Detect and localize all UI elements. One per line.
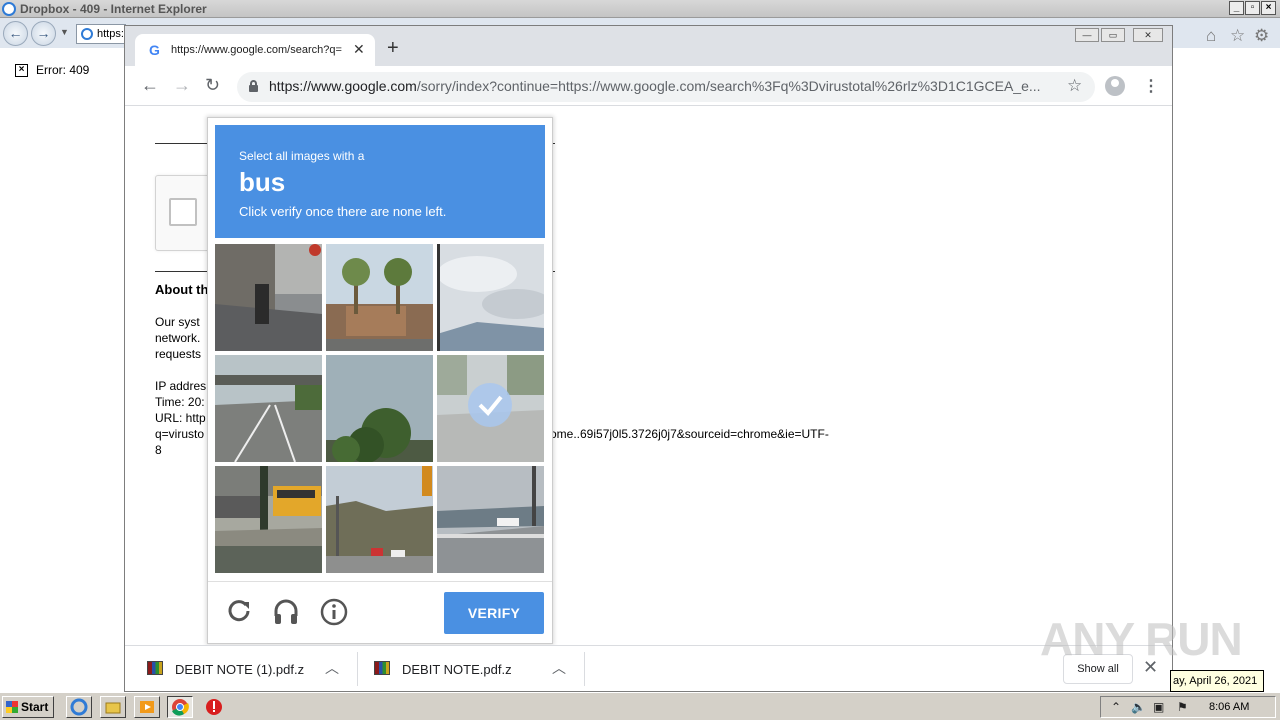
google-sorry-page: About th Our syst network. requests IP a… [125,107,1172,645]
challenge-instruction: Click verify once there are none left. [239,204,447,219]
error-text: Error: 409 [36,63,90,77]
ie-page-content: × Error: 409 [0,48,124,692]
image-tile-bridge-road[interactable] [437,466,544,573]
favorites-star-icon[interactable]: ☆ [1230,26,1245,46]
taskbar-chrome-icon[interactable] [167,696,193,718]
verify-button[interactable]: VERIFY [444,592,544,634]
system-tray: ⌃ 🔈 ▣ ⚑ 8:06 AM [1100,696,1276,718]
audio-challenge-headphones-icon[interactable] [272,598,300,629]
chevron-up-icon[interactable]: ︿ [552,658,566,678]
ie-history-dropdown-icon[interactable]: ▼ [60,27,69,37]
omnibox[interactable]: https://www.google.com/sorry/index?conti… [237,72,1095,102]
download-shelf: DEBIT NOTE (1).pdf.z ︿ DEBIT NOTE.pdf.z … [125,645,1172,691]
challenge-target: bus [239,167,286,197]
forward-arrow-icon[interactable]: → [173,75,191,96]
recaptcha-challenge: Select all images with a bus Click verif… [207,117,553,644]
url-query-line: q=virusto [155,427,205,441]
chrome-window: G https://www.google.com/search?q= ✕ + —… [124,25,1173,692]
back-arrow-icon[interactable]: ← [141,75,159,96]
ie-logo-icon [2,2,16,16]
challenge-prompt: Select all images with a [239,149,365,163]
tools-gear-icon[interactable]: ⚙ [1254,26,1269,46]
download-item[interactable]: DEBIT NOTE (1).pdf.z ︿ [125,646,357,692]
image-tile-school-bus[interactable] [215,466,322,573]
ip-address-line: IP addres [155,379,207,393]
clock[interactable]: 8:06 AM [1209,701,1249,713]
tab-title: https://www.google.com/search?q= [171,44,342,56]
info-icon[interactable] [320,598,348,629]
ie-back-button[interactable]: ← [3,21,28,46]
anyrun-watermark: ANY RUN [1040,613,1243,665]
taskbar-explorer-folder-icon[interactable] [100,696,126,718]
broken-image-icon: × [15,64,28,77]
restore-button[interactable]: ▫ [1245,1,1260,15]
ie-titlebar: Dropbox - 409 - Internet Explorer _ ▫ × [0,0,1280,18]
taskbar-warning-icon[interactable] [205,698,223,719]
image-tile-palm-houses[interactable] [326,244,433,351]
recaptcha-checkbox[interactable] [169,198,197,226]
download-filename: DEBIT NOTE.pdf.z [402,662,512,677]
chrome-minimize-button[interactable]: — [1075,28,1099,42]
download-filename: DEBIT NOTE (1).pdf.z [175,662,305,677]
close-button[interactable]: × [1261,1,1276,15]
chrome-restore-button[interactable]: ▭ [1101,28,1125,42]
home-icon[interactable]: ⌂ [1206,26,1216,46]
ie-page-right [1172,48,1280,670]
page-text-line: requests [155,347,202,361]
minimize-button[interactable]: _ [1229,1,1244,15]
divider [584,652,585,686]
taskbar-media-player-icon[interactable] [134,696,160,718]
url-tail-text: ome..69i57j0l5.3726j0j7&sourceid=chrome&… [550,427,829,441]
reload-icon[interactable]: ↻ [205,75,220,96]
tray-expand-icon[interactable]: ⌃ [1111,700,1121,714]
ie-address-text: https: [97,28,124,40]
image-tile-street-scooter[interactable] [215,244,322,351]
image-grid [215,244,546,575]
recaptcha-widget [155,175,215,251]
google-favicon-icon: G [149,42,160,58]
page-text-line: Our syst [155,315,200,329]
kebab-menu-icon[interactable]: ⋮ [1143,76,1159,96]
new-tab-plus-icon[interactable]: + [387,38,399,58]
taskbar-ie-icon[interactable] [66,696,92,718]
lock-icon[interactable] [249,80,258,92]
date-tooltip: ay, April 26, 2021 [1170,670,1264,692]
ie-page-icon [81,28,93,40]
chrome-tab[interactable]: G https://www.google.com/search?q= ✕ [135,34,375,66]
time-line: Time: 20: [155,395,205,409]
chevron-up-icon[interactable]: ︿ [325,658,339,678]
image-tile-traffic-light-trees[interactable] [326,466,433,573]
network-icon[interactable]: ▣ [1153,700,1164,714]
image-tile-foggy-road-selected[interactable] [437,355,544,462]
ie-window-title: Dropbox - 409 - Internet Explorer [20,2,207,16]
image-tile-cloudy-sky-coast[interactable] [437,244,544,351]
profile-avatar-icon[interactable] [1105,76,1125,96]
url-line: URL: http [155,411,206,425]
start-button[interactable]: Start [2,696,54,718]
url-end-line: 8 [155,443,162,457]
start-label: Start [21,700,49,714]
chrome-close-button[interactable]: ✕ [1133,28,1163,42]
chrome-tabstrip: G https://www.google.com/search?q= ✕ + —… [125,26,1172,66]
reload-challenge-icon[interactable] [226,598,252,627]
archive-file-icon [374,661,390,675]
archive-file-icon [147,661,163,675]
bookmark-star-icon[interactable]: ☆ [1067,76,1082,96]
image-tile-highway-bridge[interactable] [215,355,322,462]
action-center-flag-icon[interactable]: ⚑ [1177,700,1188,714]
download-item[interactable]: DEBIT NOTE.pdf.z ︿ [352,646,584,692]
tab-close-icon[interactable]: ✕ [353,41,365,58]
image-tile-tree[interactable] [326,355,433,462]
url-text: https://www.google.com/sorry/index?conti… [269,78,1041,94]
challenge-footer: VERIFY [208,581,552,643]
chrome-toolbar: ← → ↻ https://www.google.com/sorry/index… [125,66,1172,106]
ie-address-bar[interactable]: https: [76,24,126,44]
taskbar: Start ⌃ 🔈 ▣ ⚑ 8:06 AM [0,692,1280,720]
volume-icon[interactable]: 🔈 [1131,700,1146,714]
page-text-line: network. [155,331,201,345]
challenge-header: Select all images with a bus Click verif… [215,125,545,238]
ie-forward-button[interactable]: → [31,21,56,46]
about-heading: About th [155,282,209,297]
windows-logo-icon [6,701,18,713]
